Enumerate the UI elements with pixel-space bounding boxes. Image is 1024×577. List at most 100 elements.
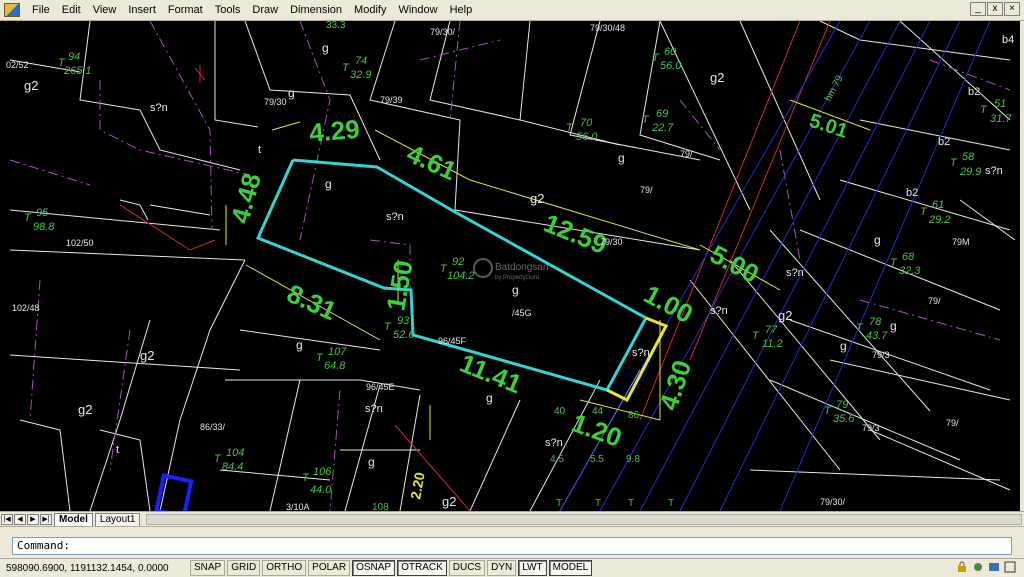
menu-file[interactable]: File [26, 0, 56, 20]
tab-model[interactable]: Model [54, 512, 93, 526]
label-a16: s?n [985, 165, 1003, 177]
label-a62: T [595, 498, 601, 509]
svg-text:T: T [316, 352, 324, 364]
prev-tab-button[interactable]: ◀ [14, 513, 26, 525]
label-a11: s?n [786, 267, 804, 279]
svg-text:44.0: 44.0 [310, 484, 332, 496]
svg-text:T: T [980, 104, 988, 116]
dimension-8-31: 8.31 [283, 278, 341, 326]
dimension-4-48: 4.48 [225, 170, 267, 227]
vertical-scrollbar[interactable] [1020, 21, 1024, 511]
label-a43: 96/45F [438, 336, 467, 346]
toggle-grid[interactable]: GRID [227, 560, 261, 576]
command-area: Command: [0, 526, 1024, 559]
menu-edit[interactable]: Edit [56, 0, 87, 20]
svg-text:T: T [856, 322, 864, 334]
toggle-model[interactable]: MODEL [548, 560, 593, 576]
svg-text:77: 77 [765, 324, 778, 336]
svg-text:79: 79 [836, 399, 848, 411]
next-tab-button[interactable]: ▶ [27, 513, 39, 525]
toggle-osnap[interactable]: OSNAP [352, 560, 396, 576]
svg-text:60: 60 [664, 46, 677, 58]
label-a5: g2 [778, 308, 792, 323]
parcel-79: T 79 35.6 [824, 399, 855, 425]
menu-modify[interactable]: Modify [348, 0, 392, 20]
label-a37: 79/3 [872, 350, 890, 360]
coordinate-readout: 598090.6900, 1191132.1454, 0.0000 [6, 562, 169, 574]
svg-text:11.2: 11.2 [762, 338, 783, 350]
tray-settings-icon[interactable] [972, 561, 984, 573]
label-a40: 79/30/ [820, 497, 846, 507]
toggle-polar[interactable]: POLAR [308, 560, 351, 576]
label-a35: 79M [952, 237, 970, 247]
watermark: Batdongsan by PropertyGuru [473, 258, 548, 281]
app-icon[interactable] [4, 3, 20, 17]
label-a57: 86 [628, 410, 640, 421]
toggle-ducs[interactable]: DUCS [448, 560, 486, 576]
menu-insert[interactable]: Insert [122, 0, 162, 20]
menu-view[interactable]: View [87, 0, 123, 20]
label-a39: 79/ [946, 418, 959, 428]
drawing-canvas[interactable]: Batdongsan by PropertyGuru 4.29 4.48 4.6… [4, 21, 1020, 511]
svg-text:93: 93 [397, 315, 410, 327]
status-bar: 598090.6900, 1191132.1454, 0.0000 SNAP G… [0, 558, 1024, 577]
svg-text:265.1: 265.1 [63, 65, 92, 77]
horizontal-scrollbar[interactable] [146, 513, 1022, 525]
minimize-button[interactable]: _ [970, 2, 986, 16]
toggle-otrack[interactable]: OTRACK [397, 560, 447, 576]
label-a47: 3/10A [286, 502, 310, 511]
label-a48: b4 [1002, 34, 1014, 46]
svg-text:T: T [342, 62, 350, 74]
toggle-dyn[interactable]: DYN [487, 560, 517, 576]
cad-drawing[interactable]: Batdongsan by PropertyGuru 4.29 4.48 4.6… [4, 21, 1020, 511]
label-a6: g2 [140, 348, 154, 363]
menu-tools[interactable]: Tools [209, 0, 247, 20]
label-a63: T [628, 498, 634, 509]
communication-icon[interactable] [988, 561, 1000, 573]
lock-icon[interactable] [956, 561, 968, 573]
parcel-70: T 7056.0 [566, 117, 598, 143]
svg-text:22.7: 22.7 [651, 122, 674, 134]
layout-tab-strip: |◀ ◀ ▶ ▶| Model Layout1 [0, 511, 1024, 526]
restore-button[interactable]: х [987, 2, 1003, 16]
svg-text:58: 58 [962, 151, 975, 163]
label-a9: s?n [150, 102, 168, 114]
parcel-107: T 107 64.8 [316, 346, 347, 372]
svg-text:T: T [890, 257, 898, 269]
menu-help[interactable]: Help [444, 0, 479, 20]
toggle-lwt[interactable]: LWT [518, 560, 547, 576]
menu-draw[interactable]: Draw [246, 0, 284, 20]
svg-text:106: 106 [313, 466, 332, 478]
svg-text:T: T [824, 405, 832, 417]
status-tray [956, 561, 1016, 573]
menu-window[interactable]: Window [392, 0, 443, 20]
menu-dimension[interactable]: Dimension [284, 0, 348, 20]
svg-text:70: 70 [580, 117, 593, 129]
label-a32: 79/ [680, 149, 693, 159]
clean-screen-icon[interactable] [1004, 561, 1016, 573]
first-tab-button[interactable]: |◀ [1, 513, 13, 525]
label-a61: T [556, 498, 562, 509]
label-a22: g [296, 338, 303, 352]
label-a49: b2 [968, 86, 980, 98]
close-button[interactable]: × [1004, 2, 1020, 16]
setback-outline[interactable] [606, 316, 669, 402]
svg-text:43.7: 43.7 [866, 330, 888, 342]
label-a13: s?n [632, 347, 650, 359]
toggle-ortho[interactable]: ORTHO [262, 560, 307, 576]
svg-text:35.6: 35.6 [833, 413, 855, 425]
window-controls: _ х × [970, 2, 1020, 16]
label-a50: b2 [938, 136, 950, 148]
dimension-text-group: 4.29 4.48 4.61 12.59 5.00 1.00 1.50 8.31… [225, 110, 850, 501]
command-line[interactable]: Command: [12, 537, 1012, 555]
last-tab-button[interactable]: ▶| [40, 513, 52, 525]
parcel-106: T 10644.0 [302, 466, 332, 496]
tab-layout1[interactable]: Layout1 [94, 512, 141, 526]
toggle-snap[interactable]: SNAP [190, 560, 226, 576]
svg-text:T: T [24, 212, 32, 224]
label-a7: g2 [78, 402, 92, 417]
parcel-104: T 104 84.4 [214, 447, 244, 473]
menu-format[interactable]: Format [162, 0, 209, 20]
label-a53: t [116, 444, 119, 456]
watermark-brand: Batdongsan [495, 262, 548, 273]
